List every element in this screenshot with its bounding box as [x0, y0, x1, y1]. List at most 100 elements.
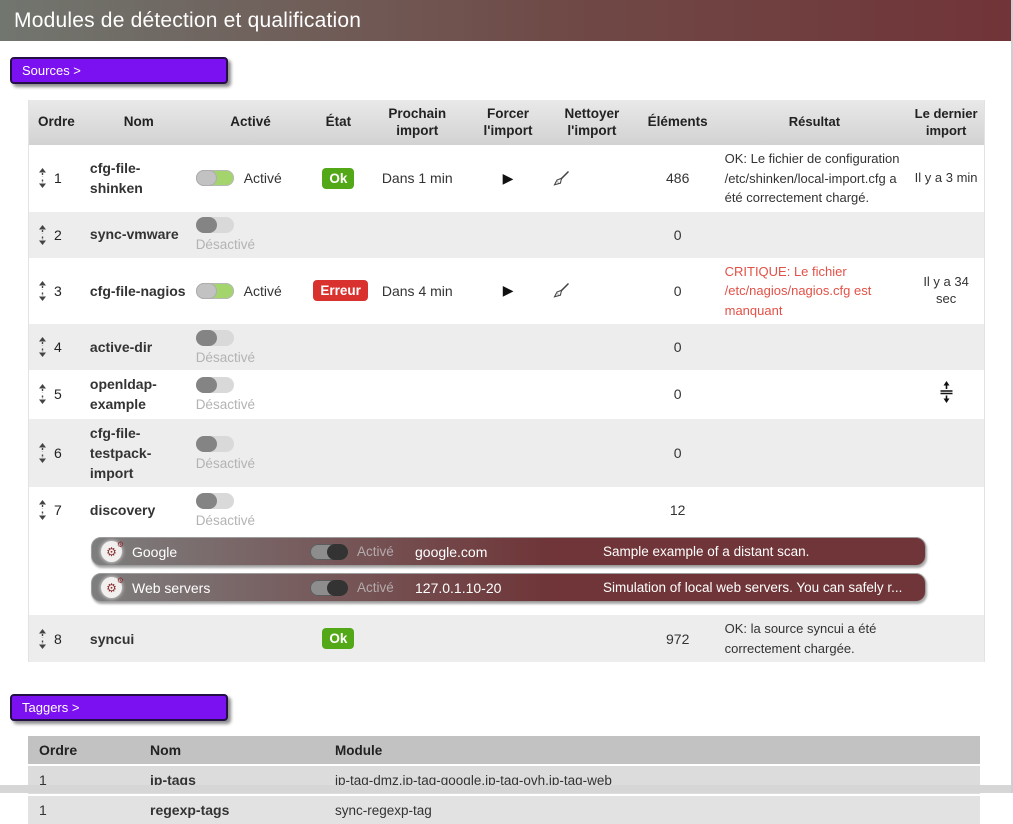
sources-section-button[interactable]: Sources >: [10, 57, 228, 84]
scan-name: Google: [132, 544, 310, 560]
column-header-resultat: Résultat: [721, 100, 909, 145]
table-row: 8 syncui Ok 972 OK: la source syncui a é…: [29, 615, 984, 662]
column-header-nom: Nom: [86, 100, 192, 145]
tagger-order: 1: [28, 802, 150, 818]
source-name: discovery: [86, 496, 192, 524]
source-name: cfg-file-testpack-import: [86, 419, 192, 488]
row-order: 8: [54, 631, 62, 647]
column-header-forcer-import: Forcer l'import: [467, 100, 549, 145]
enable-toggle[interactable]: [196, 330, 234, 346]
sources-table: Ordre Nom Activé État Prochain import Fo…: [28, 100, 985, 662]
scan-name: Web servers: [132, 580, 310, 596]
last-import: Il y a 34 sec: [908, 270, 984, 312]
scan-target: google.com: [415, 544, 603, 560]
elements-count: 0: [635, 223, 721, 247]
source-name: syncui: [86, 625, 192, 653]
page-title: Modules de détection et qualification: [14, 9, 361, 33]
row-order: 2: [54, 227, 62, 243]
elements-count: 972: [635, 627, 721, 651]
status-badge: Erreur: [313, 280, 368, 301]
row-order: 6: [54, 445, 62, 461]
enable-toggle[interactable]: [196, 217, 234, 233]
column-header-ordre: Ordre: [29, 100, 86, 145]
source-name: active-dir: [86, 333, 192, 361]
status-badge: Ok: [322, 628, 354, 649]
row-order: 3: [54, 283, 62, 299]
scan-toggle-label: Activé: [357, 580, 405, 595]
next-import: Dans 1 min: [367, 166, 467, 190]
drag-handle-icon[interactable]: [38, 337, 47, 357]
table-row: 2 sync-vmware Désactivé 0: [29, 212, 984, 258]
toggle-label: Désactivé: [196, 237, 306, 252]
scan-enable-toggle[interactable]: [310, 544, 348, 560]
discovery-scan-list: ⚙⚙ Google Activé google.com Sample examp…: [29, 533, 984, 615]
elements-count: 0: [635, 279, 721, 303]
row-order: 7: [54, 502, 62, 518]
enable-toggle[interactable]: [196, 436, 234, 452]
scan-target: 127.0.1.10-20: [415, 580, 603, 596]
source-name: cfg-file-nagios: [86, 277, 192, 305]
force-import-play-icon[interactable]: ▶: [503, 170, 514, 186]
gears-icon: ⚙⚙: [101, 541, 122, 562]
taggers-table: Ordre Nom Module 1 ip-tags ip-tag-dmz,ip…: [28, 736, 980, 824]
enable-toggle[interactable]: [196, 170, 234, 186]
page: Modules de détection et qualification So…: [0, 0, 1013, 793]
last-import: Il y a 3 min: [908, 166, 984, 191]
status-badge: Ok: [322, 168, 354, 189]
drag-handle-icon[interactable]: [38, 384, 47, 404]
column-header-etat: État: [309, 100, 367, 145]
enable-toggle[interactable]: [196, 283, 234, 299]
table-row: 5 openldap-example Désactivé 0: [29, 370, 984, 419]
drag-handle-icon[interactable]: [38, 629, 47, 649]
toggle-label: Désactivé: [196, 397, 306, 412]
sources-table-header: Ordre Nom Activé État Prochain import Fo…: [29, 100, 984, 145]
toggle-label: Désactivé: [196, 456, 306, 471]
table-row: 3 cfg-file-nagios Activé Erreur Dans 4 m…: [29, 258, 984, 325]
gears-icon: ⚙⚙: [101, 577, 122, 598]
toggle-label: Activé: [244, 170, 282, 186]
force-import-play-icon[interactable]: ▶: [503, 282, 514, 298]
table-row: 6 cfg-file-testpack-import Désactivé 0: [29, 419, 984, 488]
column-header-module: Module: [335, 743, 980, 758]
column-header-prochain-import: Prochain import: [367, 100, 467, 145]
source-name: sync-vmware: [86, 220, 192, 248]
scan-description: Sample example of a distant scan.: [603, 544, 925, 559]
column-header-active: Activé: [192, 100, 310, 145]
clean-import-broom-icon[interactable]: [553, 282, 631, 299]
column-header-nom: Nom: [150, 742, 335, 758]
toggle-label: Désactivé: [196, 350, 306, 365]
taggers-section-button[interactable]: Taggers >: [10, 694, 228, 721]
drag-handle-icon[interactable]: [38, 500, 47, 520]
row-resize-cursor-icon: [939, 381, 954, 403]
bottom-bar: [0, 785, 1011, 793]
table-row: 1 cfg-file-shinken Activé Ok Dans 1 min …: [29, 145, 984, 212]
result-text: OK: la source syncui a été correctement …: [721, 615, 909, 662]
drag-handle-icon[interactable]: [38, 443, 47, 463]
drag-handle-icon[interactable]: [38, 168, 47, 188]
drag-handle-icon[interactable]: [38, 281, 47, 301]
result-text: CRITIQUE: Le fichier /etc/nagios/nagios.…: [721, 258, 909, 325]
table-row: 1 regexp-tags sync-regexp-tag: [28, 796, 980, 824]
source-name: openldap-example: [86, 370, 192, 419]
enable-toggle[interactable]: [196, 377, 234, 393]
enable-toggle[interactable]: [196, 493, 234, 509]
elements-count: 12: [635, 498, 721, 522]
elements-count: 0: [635, 335, 721, 359]
row-order: 4: [54, 339, 62, 355]
scan-toggle-label: Activé: [357, 544, 405, 559]
column-header-nettoyer-import: Nettoyer l'import: [549, 100, 635, 145]
elements-count: 0: [635, 382, 721, 406]
drag-handle-icon[interactable]: [38, 225, 47, 245]
scan-row-google: ⚙⚙ Google Activé google.com Sample examp…: [91, 537, 926, 566]
result-text: OK: Le fichier de configuration /etc/shi…: [721, 145, 909, 212]
source-name: cfg-file-shinken: [86, 154, 192, 203]
column-header-ordre: Ordre: [28, 742, 150, 758]
scan-enable-toggle[interactable]: [310, 580, 348, 596]
clean-import-broom-icon[interactable]: [553, 170, 631, 187]
column-header-dernier-import: Le dernier import: [908, 100, 984, 145]
elements-count: 486: [635, 166, 721, 190]
toggle-label: Activé: [244, 283, 282, 299]
page-title-bar: Modules de détection et qualification: [0, 0, 1011, 41]
next-import: Dans 4 min: [367, 279, 467, 303]
scan-description: Simulation of local web servers. You can…: [603, 580, 925, 595]
